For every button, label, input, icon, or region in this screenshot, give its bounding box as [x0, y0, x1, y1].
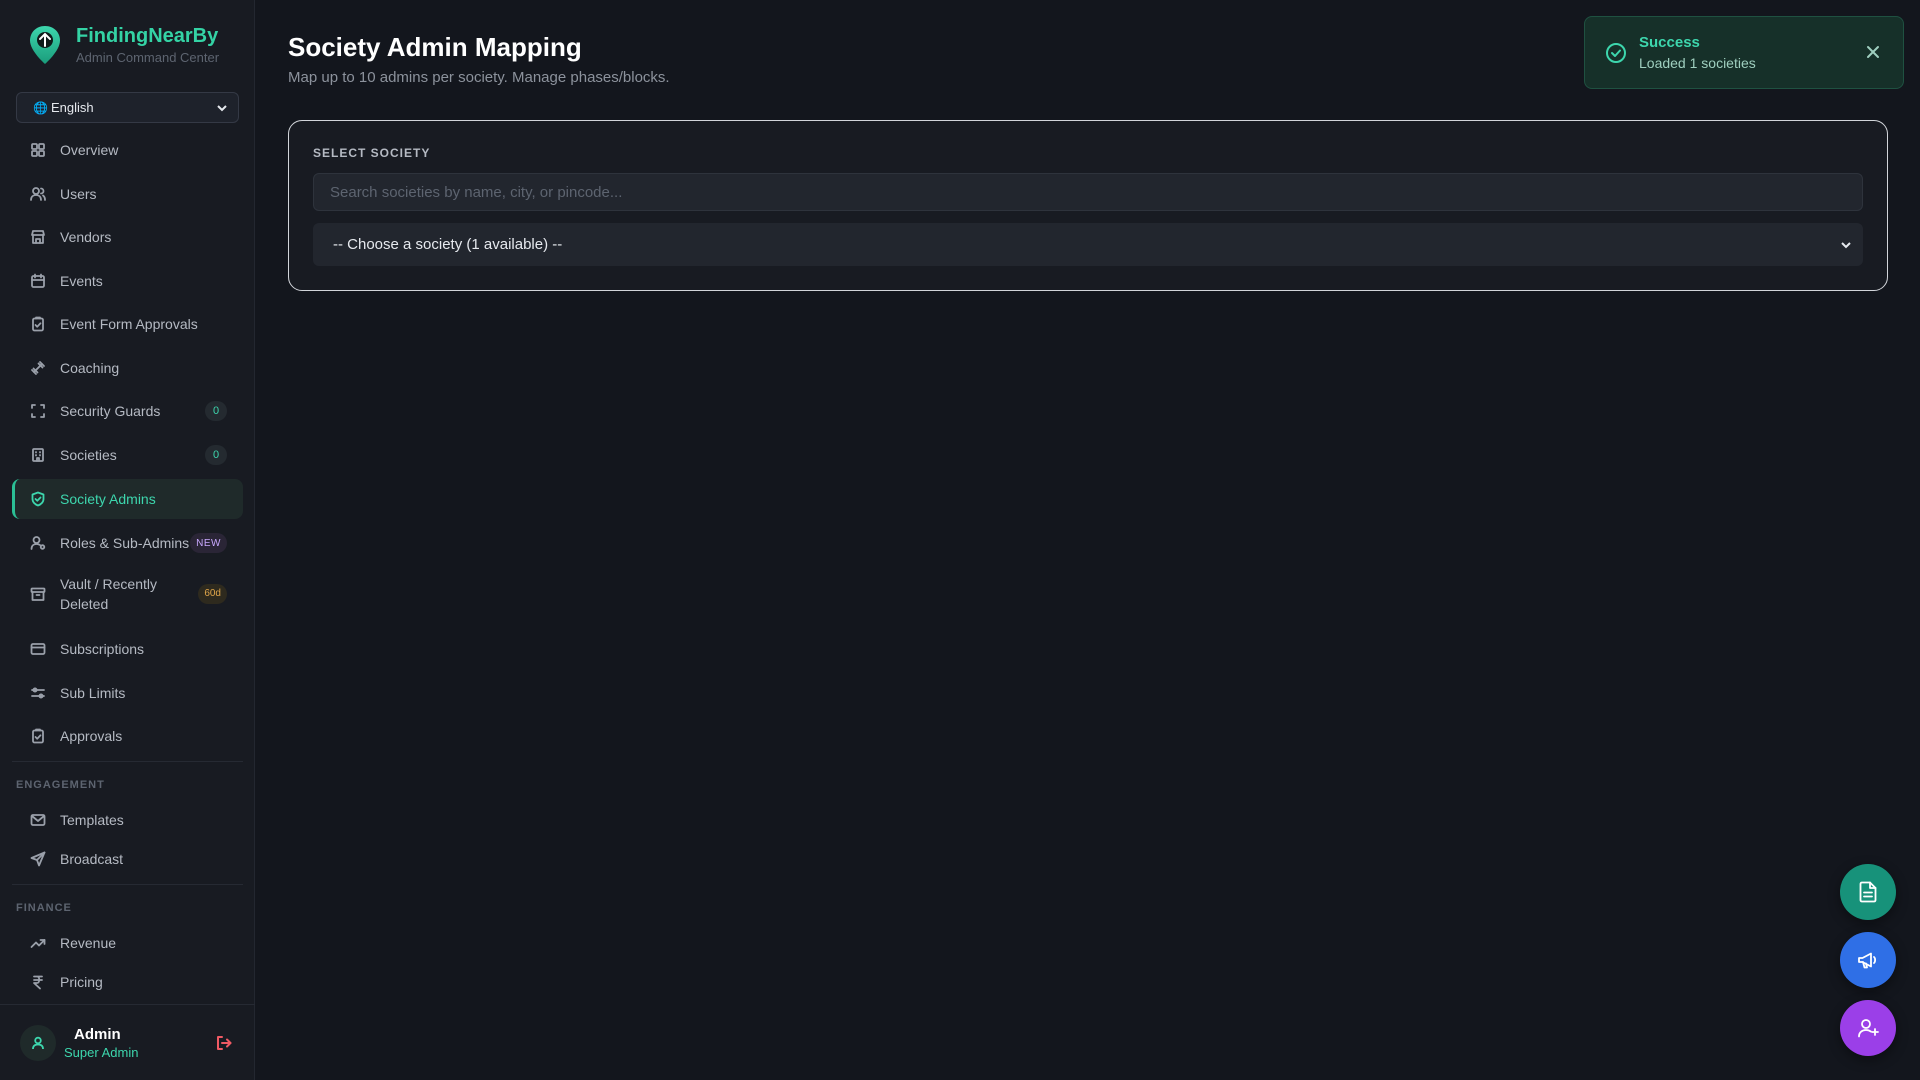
language-value: English	[50, 100, 94, 115]
file-text-icon	[1859, 881, 1877, 903]
page-subtitle: Map up to 10 admins per society. Manage …	[288, 69, 670, 86]
chevron-down-icon	[1839, 238, 1853, 252]
sidebar-item-label: Users	[60, 186, 97, 202]
map-pin-logo-icon	[28, 24, 62, 66]
society-select-value: -- Choose a society (1 available) --	[333, 236, 563, 253]
shield-check-icon	[30, 491, 46, 507]
page-title: Society Admin Mapping	[288, 32, 582, 62]
society-search-input[interactable]	[313, 173, 1863, 211]
globe-icon: 🌐	[33, 100, 48, 115]
sidebar-item-vault-recently-deleted[interactable]: Vault / Recently Deleted 60d	[12, 566, 243, 622]
sidebar-item-label: Vault / Recently Deleted	[60, 576, 158, 612]
sidebar-item-coaching[interactable]: Coaching	[12, 348, 243, 388]
megaphone-icon	[1858, 952, 1877, 969]
mail-icon	[30, 812, 46, 828]
sidebar-item-label: Security Guards	[60, 403, 161, 419]
add-user-fab-button[interactable]	[1840, 1000, 1896, 1056]
sidebar: FindingNearBy Admin Command Center 🌐 Eng…	[0, 0, 255, 1080]
sidebar-item-label: Sub Limits	[60, 685, 126, 701]
success-toast: Success Loaded 1 societies	[1584, 16, 1904, 89]
sidebar-item-vendors[interactable]: Vendors	[12, 217, 243, 257]
sidebar-item-label: Events	[60, 273, 103, 289]
brand-subtitle: Admin Command Center	[76, 50, 220, 65]
credit-card-icon	[30, 641, 46, 657]
sidebar-item-label: Society Admins	[60, 491, 156, 507]
brand[interactable]: FindingNearBy Admin Command Center	[28, 24, 219, 66]
grid-icon	[30, 142, 46, 158]
user-plus-icon	[1858, 1019, 1879, 1038]
sidebar-item-label: Pricing	[60, 974, 103, 990]
user-icon	[32, 1036, 44, 1049]
sidebar-item-label: Roles & Sub-Admins	[60, 535, 190, 551]
sidebar-item-label: Event Form Approvals	[60, 316, 198, 332]
sidebar-item-templates[interactable]: Templates	[12, 800, 243, 840]
sidebar-item-revenue[interactable]: Revenue	[12, 923, 243, 963]
sidebar-item-subscriptions[interactable]: Subscriptions	[12, 629, 243, 669]
sidebar-item-society-admins[interactable]: Society Admins	[12, 479, 243, 519]
sliders-icon	[30, 685, 46, 701]
sidebar-item-approvals[interactable]: Approvals	[12, 716, 243, 756]
section-label-finance: FINANCE	[16, 902, 72, 914]
sidebar-item-societies[interactable]: Societies 0	[12, 435, 243, 475]
society-select[interactable]: -- Choose a society (1 available) --	[313, 223, 1863, 266]
sidebar-item-label: Templates	[60, 812, 124, 828]
brand-title: FindingNearBy	[76, 25, 219, 47]
scan-icon	[30, 403, 46, 419]
user-cog-icon	[30, 535, 46, 551]
sidebar-item-event-form-approvals[interactable]: Event Form Approvals	[12, 304, 243, 344]
trending-up-icon	[30, 935, 46, 951]
section-label-engagement: ENGAGEMENT	[16, 779, 105, 791]
store-icon	[30, 229, 46, 245]
days-badge: 60d	[198, 584, 227, 604]
building-icon	[30, 447, 46, 463]
sidebar-item-broadcast[interactable]: Broadcast	[12, 839, 243, 879]
clipboard-check-icon	[30, 728, 46, 744]
select-society-card: SELECT SOCIETY -- Choose a society (1 av…	[288, 120, 1888, 291]
select-society-label: SELECT SOCIETY	[313, 146, 431, 160]
user-name: Admin	[74, 1025, 121, 1043]
dumbbell-icon	[30, 360, 46, 376]
user-profile[interactable]: Admin Super Admin	[0, 1004, 255, 1080]
language-select[interactable]: 🌐 English	[16, 92, 239, 123]
sidebar-item-events[interactable]: Events	[12, 261, 243, 301]
new-badge: NEW	[190, 533, 227, 553]
sidebar-item-label: Revenue	[60, 935, 117, 951]
count-badge: 0	[205, 445, 227, 465]
divider	[12, 761, 243, 762]
sidebar-item-users[interactable]: Users	[12, 174, 243, 214]
sidebar-item-label: Vendors	[60, 229, 112, 245]
user-role: Super Admin	[64, 1044, 139, 1060]
avatar	[20, 1024, 56, 1061]
send-icon	[30, 851, 46, 867]
toast-title: Success	[1639, 34, 1700, 51]
toast-message: Loaded 1 societies	[1639, 55, 1756, 71]
sidebar-item-overview[interactable]: Overview	[12, 130, 243, 170]
sidebar-item-sub-limits[interactable]: Sub Limits	[12, 673, 243, 713]
sidebar-item-pricing[interactable]: Pricing	[12, 962, 243, 1002]
close-icon[interactable]	[1865, 44, 1881, 60]
sidebar-item-roles-sub-admins[interactable]: Roles & Sub-Admins NEW	[12, 523, 243, 563]
archive-icon	[30, 586, 46, 602]
check-circle-icon	[1605, 42, 1627, 64]
sidebar-item-security-guards[interactable]: Security Guards 0	[12, 391, 243, 431]
calendar-icon	[30, 273, 46, 289]
users-icon	[30, 186, 46, 202]
sidebar-item-label: Overview	[60, 142, 119, 158]
clipboard-check-icon	[30, 316, 46, 332]
count-badge: 0	[205, 401, 227, 421]
sidebar-item-label: Approvals	[60, 728, 123, 744]
sidebar-item-label: Broadcast	[60, 851, 124, 867]
sidebar-item-label: Subscriptions	[60, 641, 145, 657]
documents-fab-button[interactable]	[1840, 864, 1896, 920]
chevron-down-icon	[216, 102, 228, 114]
logout-icon[interactable]	[215, 1034, 233, 1052]
rupee-icon	[30, 974, 46, 990]
broadcast-fab-button[interactable]	[1840, 932, 1896, 988]
sidebar-item-label: Coaching	[60, 360, 120, 376]
divider	[12, 884, 243, 885]
sidebar-item-label: Societies	[60, 447, 117, 463]
